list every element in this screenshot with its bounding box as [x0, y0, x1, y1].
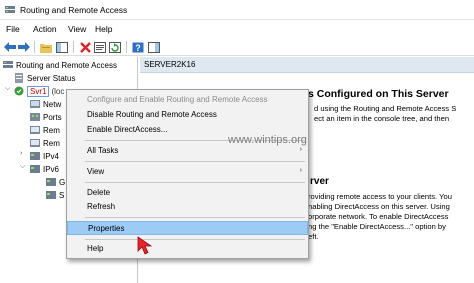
- content-text-line: d using the Routing and Remote Access S: [314, 104, 457, 113]
- context-menu: Configure and Enable Routing and Remote …: [66, 89, 309, 259]
- delete-icon[interactable]: [78, 40, 92, 54]
- content-subheading: rver: [310, 176, 329, 187]
- remote-access-clients-icon: [30, 126, 40, 134]
- tree-root-label: Routing and Remote Access: [16, 60, 117, 70]
- watermark: www.wintips.org: [228, 134, 307, 146]
- server-node-suffix: (loc: [51, 86, 65, 96]
- menu-item-help[interactable]: Help: [67, 242, 308, 256]
- tree-item[interactable]: Netw: [30, 98, 61, 110]
- chevron-down-icon[interactable]: ⌵: [5, 85, 10, 93]
- title-bar: Routing and Remote Access: [0, 0, 474, 20]
- content-text-line: eft.: [308, 232, 319, 241]
- tree-item-label: Ports: [43, 112, 62, 122]
- console-pane-icon[interactable]: [147, 40, 161, 54]
- menu-item-disable[interactable]: Disable Routing and Remote Access: [67, 108, 308, 122]
- network-interfaces-icon: [30, 100, 40, 108]
- tree-root[interactable]: Routing and Remote Access: [3, 59, 117, 71]
- tree-item[interactable]: S: [46, 189, 64, 201]
- up-folder-icon[interactable]: [39, 40, 53, 54]
- server-node-icon: [14, 86, 24, 96]
- content-heading: s Configured on This Server: [308, 88, 449, 100]
- chevron-right-icon[interactable]: ›: [20, 150, 22, 157]
- tree-item[interactable]: Ports: [30, 111, 62, 123]
- server-status-icon: [15, 73, 23, 83]
- static-routes-icon: [46, 191, 56, 199]
- content-text-line: roviding remote access to your clients. …: [308, 192, 452, 201]
- menu-separator: [85, 182, 305, 183]
- menu-view[interactable]: View: [68, 24, 86, 34]
- tree-item-label: Rem: [43, 138, 60, 148]
- svg-text:?: ?: [135, 43, 141, 53]
- tree-server-status[interactable]: Server Status: [14, 72, 75, 84]
- server-node-label: Svr1: [27, 85, 50, 97]
- ipv6-icon: [30, 165, 40, 173]
- routing-root-icon: [3, 61, 13, 68]
- content-text-line: ect an item in the console tree, and the…: [314, 114, 450, 123]
- tree-item-label: IPv6: [43, 164, 60, 174]
- properties-icon[interactable]: [93, 40, 107, 54]
- routing-app-icon: [5, 6, 15, 13]
- back-arrow-icon[interactable]: [3, 40, 17, 54]
- tree-item[interactable]: IPv6: [30, 163, 59, 175]
- menu-item-properties[interactable]: Properties: [67, 221, 308, 235]
- ipv4-icon: [30, 152, 40, 160]
- general-icon: [46, 178, 56, 186]
- tree-item[interactable]: IPv4: [30, 150, 59, 162]
- menu-separator: [85, 239, 305, 240]
- tree-item-label: Netw: [43, 99, 62, 109]
- menu-item-delete[interactable]: Delete: [67, 186, 308, 200]
- submenu-arrow-icon: ›: [299, 167, 302, 174]
- tree-item-label: S: [59, 190, 65, 200]
- tree-item[interactable]: G: [46, 176, 65, 188]
- menu-item-all-tasks[interactable]: All Tasks ›: [67, 144, 308, 158]
- refresh-icon[interactable]: [108, 40, 122, 54]
- menu-item-refresh[interactable]: Refresh: [67, 200, 308, 214]
- tree-item-label: Rem: [43, 125, 60, 135]
- menu-action[interactable]: Action: [33, 24, 57, 34]
- menu-separator: [85, 217, 305, 218]
- menu-separator: [85, 161, 305, 162]
- server-status-label: Server Status: [27, 73, 76, 83]
- menu-item-configure-enable[interactable]: Configure and Enable Routing and Remote …: [67, 93, 308, 107]
- menu-bar: File Action View Help: [0, 20, 474, 38]
- forward-arrow-icon[interactable]: [17, 40, 31, 54]
- help-icon[interactable]: ?: [131, 40, 145, 54]
- tree-item-label: IPv4: [43, 151, 60, 161]
- content-text-line: nabling DirectAccess on this server. Usi…: [308, 202, 450, 211]
- ports-icon: [30, 113, 40, 121]
- content-text-line: ng the "Enable DirectAccess..." option b…: [308, 222, 446, 231]
- tree-item[interactable]: Rem: [30, 137, 60, 149]
- tree-server-node[interactable]: Svr1 (loc: [14, 85, 64, 97]
- remote-access-logging-icon: [30, 139, 40, 147]
- menu-help[interactable]: Help: [95, 24, 112, 34]
- tree-item-label: G: [59, 177, 66, 187]
- menu-item-view[interactable]: View ›: [67, 165, 308, 179]
- mouse-cursor-icon: [137, 236, 153, 255]
- content-text-line: orporate network. To enable DirectAccess: [308, 212, 449, 221]
- toolbar: ?: [0, 38, 474, 56]
- content-header: SERVER2K16: [140, 57, 474, 73]
- content-header-title: SERVER2K16: [144, 60, 196, 69]
- chevron-down-icon[interactable]: ⌵: [20, 163, 25, 171]
- tree-item[interactable]: Rem: [30, 124, 60, 136]
- show-hide-tree-icon[interactable]: [55, 40, 69, 54]
- window-title: Routing and Remote Access: [20, 5, 128, 15]
- menu-file[interactable]: File: [6, 24, 20, 34]
- submenu-arrow-icon: ›: [299, 146, 302, 153]
